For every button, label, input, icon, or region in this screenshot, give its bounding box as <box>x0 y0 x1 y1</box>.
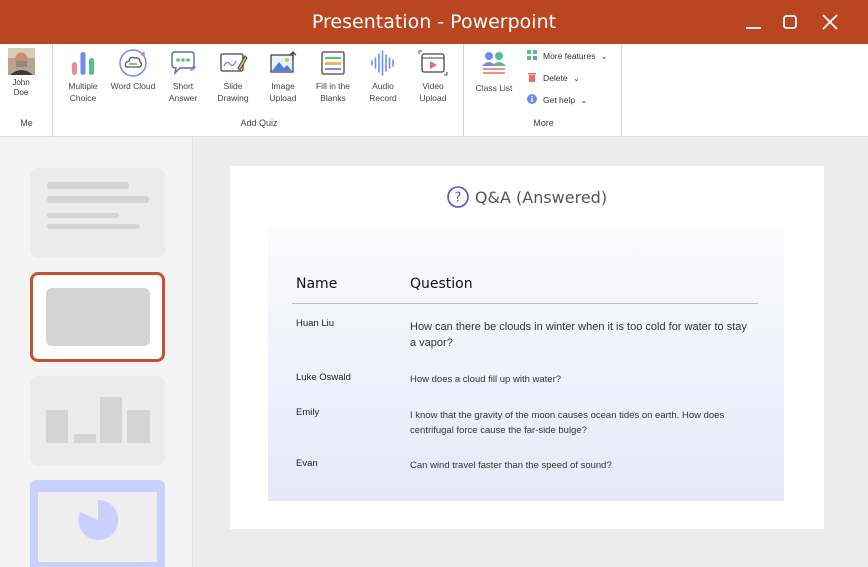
slide-canvas-area: ? Q&A (Answered) Name Question Huan Liu … <box>194 138 868 567</box>
minimize-icon <box>746 27 761 29</box>
class-list-label: Class List <box>475 83 513 93</box>
slide-thumbnail-panel <box>0 138 193 567</box>
user-name: John Doe <box>12 78 30 97</box>
row-name: Evan <box>296 458 318 469</box>
pie-chart-icon <box>78 500 118 540</box>
row-question: I know that the gravity of the moon caus… <box>410 410 725 436</box>
drawing-pen-icon <box>220 53 248 72</box>
row-question: How can there be clouds in winter when i… <box>410 321 747 349</box>
group-label-more: More <box>533 118 554 128</box>
qa-table: Name Question Huan Liu How can there be … <box>268 230 784 501</box>
group-label-add-quiz: Add Quiz <box>240 118 278 128</box>
multiple-choice-button[interactable]: Multiple Choice <box>58 48 108 104</box>
slide-thumbnail-1[interactable] <box>30 168 165 258</box>
tool-label: Multiple Choice <box>68 81 98 103</box>
chevron-down-icon: ⌄ <box>572 74 580 83</box>
trash-icon <box>528 73 536 82</box>
slide-thumbnail-3[interactable] <box>30 376 165 466</box>
row-question: Can wind travel faster than the speed of… <box>410 460 612 471</box>
tool-label: Video Upload <box>419 81 447 103</box>
header-divider <box>292 303 758 304</box>
image-upload-button[interactable]: Image Upload <box>258 48 308 104</box>
window-title: Presentation - Powerpoint <box>311 11 557 33</box>
info-icon <box>527 94 537 104</box>
column-header-question: Question <box>410 276 473 292</box>
more-features-menu[interactable]: More features ⌄ <box>527 49 608 63</box>
tool-label: Short Answer <box>168 81 198 103</box>
minimize-button[interactable] <box>743 10 767 34</box>
tool-label: Audio Record <box>369 81 397 103</box>
tool-label: Word Cloud <box>110 81 156 91</box>
slide-title-text: Q&A (Answered) <box>474 188 608 207</box>
tool-label: Fill in the Blanks <box>315 81 350 103</box>
short-answer-button[interactable]: Short Answer <box>158 48 208 104</box>
row-question: How does a cloud fill up with water? <box>410 374 562 385</box>
audio-wave-icon <box>371 50 394 76</box>
ribbon: John Doe Me Multiple Choice Word Cloud S… <box>0 44 868 137</box>
slide-drawing-button[interactable]: Slide Drawing <box>208 48 258 104</box>
row-name: Emily <box>296 407 320 418</box>
row-name: Huan Liu <box>296 318 335 329</box>
question-mark-icon: ? <box>447 186 469 208</box>
class-list-icon <box>482 52 506 74</box>
svg-text:?: ? <box>454 191 461 206</box>
close-button[interactable] <box>818 10 842 34</box>
fill-in-the-blanks-button[interactable]: Fill in the Blanks <box>308 48 358 104</box>
tool-label: Image Upload <box>269 81 297 103</box>
title-bar: Presentation - Powerpoint <box>0 0 868 44</box>
delete-label: Delete <box>543 73 568 83</box>
chevron-down-icon: ⌄ <box>600 52 608 61</box>
word-cloud-icon <box>119 49 147 77</box>
slide-title: ? Q&A (Answered) <box>230 186 824 208</box>
current-slide[interactable]: ? Q&A (Answered) Name Question Huan Liu … <box>230 166 824 529</box>
ribbon-group-more: Class List More features ⌄ Delete ⌄ Get … <box>465 44 622 137</box>
bar-chart-icon <box>72 52 94 75</box>
tool-label: Slide Drawing <box>217 81 249 103</box>
ribbon-group-add-quiz: Multiple Choice Word Cloud Short Answer <box>54 44 464 137</box>
slide-thumbnail-4[interactable] <box>30 480 165 567</box>
group-label-me: Me <box>20 118 33 128</box>
column-header-name: Name <box>296 276 338 292</box>
chat-bubble-icon <box>171 51 196 76</box>
word-cloud-button[interactable]: Word Cloud <box>108 48 158 92</box>
image-upload-icon <box>270 51 297 73</box>
video-upload-button[interactable]: Video Upload <box>408 48 458 104</box>
ribbon-group-me: John Doe Me <box>0 44 53 137</box>
avatar[interactable] <box>8 48 35 75</box>
fill-blanks-icon <box>321 51 345 75</box>
get-help-menu[interactable]: Get help ⌄ <box>527 93 587 107</box>
get-help-label: Get help <box>543 95 576 105</box>
chevron-down-icon: ⌄ <box>580 96 588 105</box>
video-upload-icon <box>418 50 448 76</box>
close-icon <box>822 14 838 30</box>
more-features-label: More features <box>543 51 596 61</box>
maximize-button[interactable] <box>779 10 803 34</box>
row-name: Luke Oswald <box>296 372 351 383</box>
slide-thumbnail-2[interactable] <box>30 272 165 362</box>
grid-icon <box>527 50 537 60</box>
maximize-icon <box>783 15 797 29</box>
audio-record-button[interactable]: Audio Record <box>358 48 408 104</box>
class-list-button[interactable]: Class List <box>469 48 519 94</box>
delete-menu[interactable]: Delete ⌄ <box>527 71 580 85</box>
